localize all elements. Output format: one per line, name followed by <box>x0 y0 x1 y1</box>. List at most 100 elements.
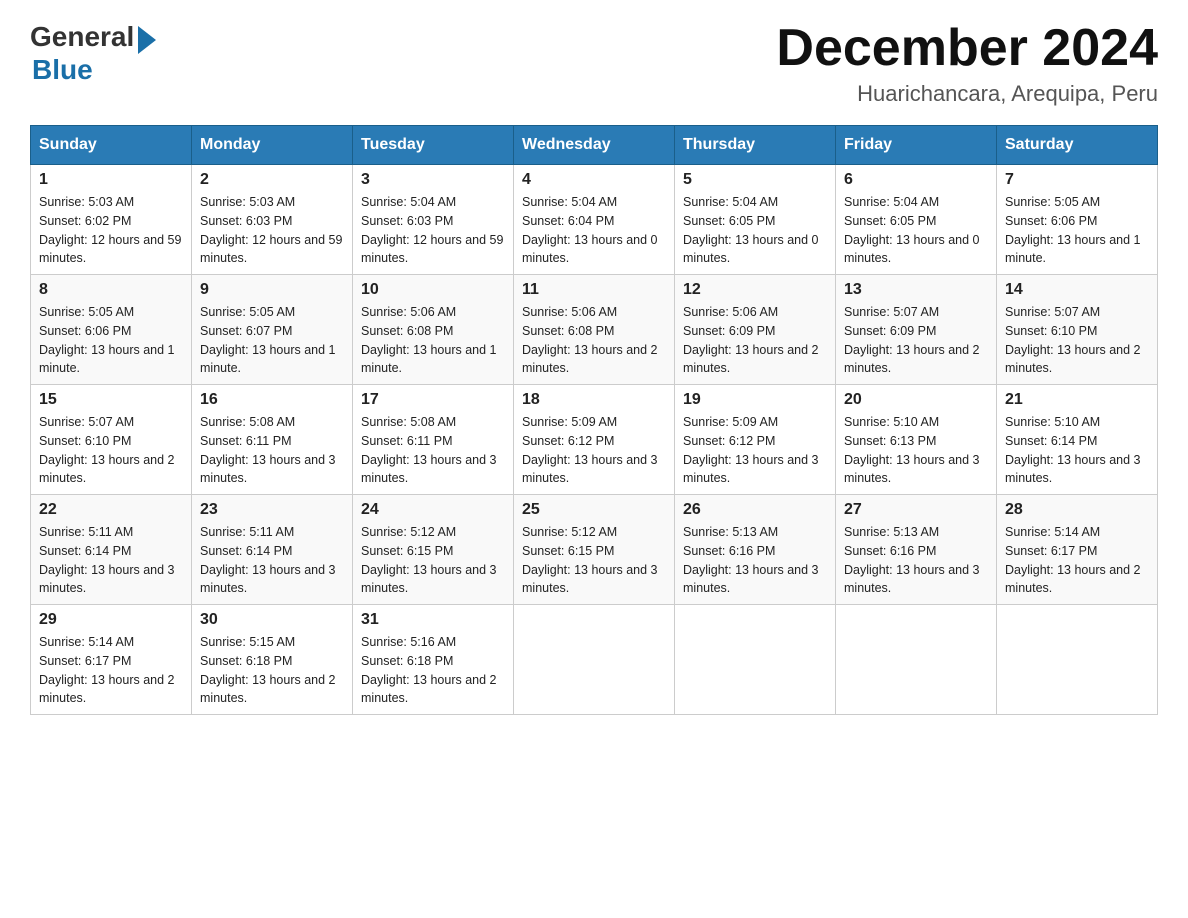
calendar-day-cell: 5 Sunrise: 5:04 AMSunset: 6:05 PMDayligh… <box>675 165 836 275</box>
calendar-day-cell: 29 Sunrise: 5:14 AMSunset: 6:17 PMDaylig… <box>31 605 192 715</box>
weekday-header-friday: Friday <box>836 126 997 165</box>
day-number: 25 <box>522 501 666 519</box>
day-number: 19 <box>683 391 827 409</box>
day-info: Sunrise: 5:15 AMSunset: 6:18 PMDaylight:… <box>200 635 336 705</box>
weekday-header-row: SundayMondayTuesdayWednesdayThursdayFrid… <box>31 126 1158 165</box>
logo-general-text: General <box>30 21 134 53</box>
day-info: Sunrise: 5:04 AMSunset: 6:04 PMDaylight:… <box>522 195 658 265</box>
day-number: 30 <box>200 611 344 629</box>
calendar-day-cell: 3 Sunrise: 5:04 AMSunset: 6:03 PMDayligh… <box>353 165 514 275</box>
calendar-day-cell: 22 Sunrise: 5:11 AMSunset: 6:14 PMDaylig… <box>31 495 192 605</box>
day-info: Sunrise: 5:10 AMSunset: 6:13 PMDaylight:… <box>844 415 980 485</box>
day-info: Sunrise: 5:12 AMSunset: 6:15 PMDaylight:… <box>361 525 497 595</box>
day-number: 1 <box>39 171 183 189</box>
day-info: Sunrise: 5:12 AMSunset: 6:15 PMDaylight:… <box>522 525 658 595</box>
day-info: Sunrise: 5:05 AMSunset: 6:07 PMDaylight:… <box>200 305 336 375</box>
day-number: 23 <box>200 501 344 519</box>
day-number: 3 <box>361 171 505 189</box>
day-number: 2 <box>200 171 344 189</box>
location-title: Huarichancara, Arequipa, Peru <box>776 81 1158 107</box>
calendar-day-cell: 25 Sunrise: 5:12 AMSunset: 6:15 PMDaylig… <box>514 495 675 605</box>
day-info: Sunrise: 5:07 AMSunset: 6:09 PMDaylight:… <box>844 305 980 375</box>
day-info: Sunrise: 5:11 AMSunset: 6:14 PMDaylight:… <box>200 525 336 595</box>
day-number: 26 <box>683 501 827 519</box>
day-number: 21 <box>1005 391 1149 409</box>
day-number: 16 <box>200 391 344 409</box>
day-info: Sunrise: 5:06 AMSunset: 6:09 PMDaylight:… <box>683 305 819 375</box>
calendar-day-cell <box>997 605 1158 715</box>
calendar-week-row: 22 Sunrise: 5:11 AMSunset: 6:14 PMDaylig… <box>31 495 1158 605</box>
calendar-day-cell: 23 Sunrise: 5:11 AMSunset: 6:14 PMDaylig… <box>192 495 353 605</box>
day-info: Sunrise: 5:09 AMSunset: 6:12 PMDaylight:… <box>522 415 658 485</box>
calendar-day-cell: 20 Sunrise: 5:10 AMSunset: 6:13 PMDaylig… <box>836 385 997 495</box>
calendar-day-cell: 15 Sunrise: 5:07 AMSunset: 6:10 PMDaylig… <box>31 385 192 495</box>
calendar-day-cell: 18 Sunrise: 5:09 AMSunset: 6:12 PMDaylig… <box>514 385 675 495</box>
calendar-day-cell: 2 Sunrise: 5:03 AMSunset: 6:03 PMDayligh… <box>192 165 353 275</box>
day-info: Sunrise: 5:06 AMSunset: 6:08 PMDaylight:… <box>361 305 497 375</box>
day-number: 27 <box>844 501 988 519</box>
day-info: Sunrise: 5:05 AMSunset: 6:06 PMDaylight:… <box>1005 195 1141 265</box>
day-number: 8 <box>39 281 183 299</box>
calendar-day-cell <box>836 605 997 715</box>
calendar-day-cell: 17 Sunrise: 5:08 AMSunset: 6:11 PMDaylig… <box>353 385 514 495</box>
day-number: 11 <box>522 281 666 299</box>
calendar-day-cell: 16 Sunrise: 5:08 AMSunset: 6:11 PMDaylig… <box>192 385 353 495</box>
weekday-header-sunday: Sunday <box>31 126 192 165</box>
day-info: Sunrise: 5:03 AMSunset: 6:03 PMDaylight:… <box>200 195 342 265</box>
weekday-header-tuesday: Tuesday <box>353 126 514 165</box>
calendar-day-cell: 21 Sunrise: 5:10 AMSunset: 6:14 PMDaylig… <box>997 385 1158 495</box>
calendar-day-cell: 11 Sunrise: 5:06 AMSunset: 6:08 PMDaylig… <box>514 275 675 385</box>
day-number: 18 <box>522 391 666 409</box>
calendar-day-cell: 12 Sunrise: 5:06 AMSunset: 6:09 PMDaylig… <box>675 275 836 385</box>
day-info: Sunrise: 5:14 AMSunset: 6:17 PMDaylight:… <box>1005 525 1141 595</box>
weekday-header-thursday: Thursday <box>675 126 836 165</box>
day-info: Sunrise: 5:04 AMSunset: 6:05 PMDaylight:… <box>844 195 980 265</box>
calendar-week-row: 1 Sunrise: 5:03 AMSunset: 6:02 PMDayligh… <box>31 165 1158 275</box>
calendar-day-cell: 9 Sunrise: 5:05 AMSunset: 6:07 PMDayligh… <box>192 275 353 385</box>
day-info: Sunrise: 5:07 AMSunset: 6:10 PMDaylight:… <box>39 415 175 485</box>
day-number: 29 <box>39 611 183 629</box>
logo-blue-text: Blue <box>32 54 93 85</box>
day-info: Sunrise: 5:14 AMSunset: 6:17 PMDaylight:… <box>39 635 175 705</box>
day-number: 6 <box>844 171 988 189</box>
calendar-day-cell: 10 Sunrise: 5:06 AMSunset: 6:08 PMDaylig… <box>353 275 514 385</box>
title-block: December 2024 Huarichancara, Arequipa, P… <box>776 20 1158 107</box>
day-info: Sunrise: 5:11 AMSunset: 6:14 PMDaylight:… <box>39 525 175 595</box>
calendar-day-cell: 31 Sunrise: 5:16 AMSunset: 6:18 PMDaylig… <box>353 605 514 715</box>
day-number: 31 <box>361 611 505 629</box>
day-info: Sunrise: 5:08 AMSunset: 6:11 PMDaylight:… <box>200 415 336 485</box>
calendar-day-cell: 19 Sunrise: 5:09 AMSunset: 6:12 PMDaylig… <box>675 385 836 495</box>
day-number: 17 <box>361 391 505 409</box>
calendar-day-cell: 27 Sunrise: 5:13 AMSunset: 6:16 PMDaylig… <box>836 495 997 605</box>
day-number: 28 <box>1005 501 1149 519</box>
day-number: 13 <box>844 281 988 299</box>
weekday-header-saturday: Saturday <box>997 126 1158 165</box>
day-info: Sunrise: 5:06 AMSunset: 6:08 PMDaylight:… <box>522 305 658 375</box>
calendar-day-cell <box>514 605 675 715</box>
day-info: Sunrise: 5:07 AMSunset: 6:10 PMDaylight:… <box>1005 305 1141 375</box>
calendar-day-cell: 14 Sunrise: 5:07 AMSunset: 6:10 PMDaylig… <box>997 275 1158 385</box>
day-number: 10 <box>361 281 505 299</box>
month-title: December 2024 <box>776 20 1158 77</box>
logo-arrow-icon <box>138 26 156 54</box>
day-number: 20 <box>844 391 988 409</box>
day-info: Sunrise: 5:13 AMSunset: 6:16 PMDaylight:… <box>683 525 819 595</box>
calendar-day-cell: 1 Sunrise: 5:03 AMSunset: 6:02 PMDayligh… <box>31 165 192 275</box>
calendar-day-cell: 6 Sunrise: 5:04 AMSunset: 6:05 PMDayligh… <box>836 165 997 275</box>
day-info: Sunrise: 5:09 AMSunset: 6:12 PMDaylight:… <box>683 415 819 485</box>
day-number: 4 <box>522 171 666 189</box>
day-info: Sunrise: 5:03 AMSunset: 6:02 PMDaylight:… <box>39 195 181 265</box>
calendar-day-cell: 4 Sunrise: 5:04 AMSunset: 6:04 PMDayligh… <box>514 165 675 275</box>
weekday-header-wednesday: Wednesday <box>514 126 675 165</box>
day-number: 7 <box>1005 171 1149 189</box>
calendar-day-cell: 13 Sunrise: 5:07 AMSunset: 6:09 PMDaylig… <box>836 275 997 385</box>
calendar-week-row: 8 Sunrise: 5:05 AMSunset: 6:06 PMDayligh… <box>31 275 1158 385</box>
calendar-day-cell: 8 Sunrise: 5:05 AMSunset: 6:06 PMDayligh… <box>31 275 192 385</box>
day-info: Sunrise: 5:10 AMSunset: 6:14 PMDaylight:… <box>1005 415 1141 485</box>
calendar-week-row: 29 Sunrise: 5:14 AMSunset: 6:17 PMDaylig… <box>31 605 1158 715</box>
day-number: 12 <box>683 281 827 299</box>
calendar-table: SundayMondayTuesdayWednesdayThursdayFrid… <box>30 125 1158 715</box>
calendar-day-cell: 26 Sunrise: 5:13 AMSunset: 6:16 PMDaylig… <box>675 495 836 605</box>
day-number: 14 <box>1005 281 1149 299</box>
day-number: 9 <box>200 281 344 299</box>
